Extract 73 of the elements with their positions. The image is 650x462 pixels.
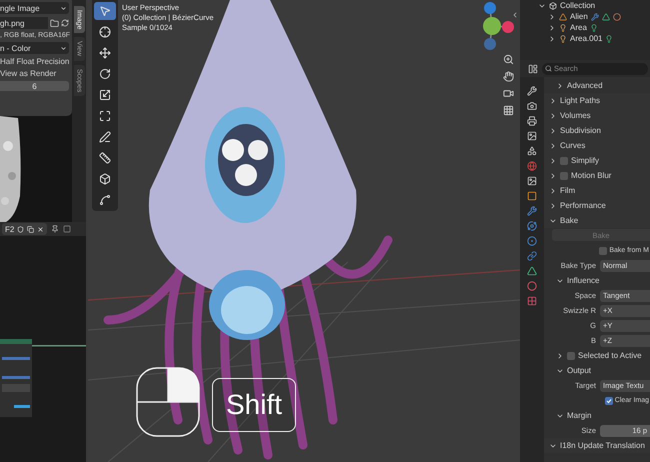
checkbox[interactable] [567,352,575,360]
scale-icon [99,89,111,101]
orbit-icon[interactable] [527,221,537,231]
file-path-field[interactable]: gh.png [0,17,48,29]
lightbulb-icon [559,34,567,42]
box-icon [549,2,557,10]
shapes-icon[interactable] [527,146,537,156]
pointer-icon [99,5,111,17]
chevron-down-icon [60,44,67,52]
printer-icon[interactable] [527,116,537,126]
outliner-item[interactable]: Alien [570,12,588,21]
curve-icon [99,194,111,206]
ruler-icon [99,152,111,164]
wrench-icon[interactable] [527,206,537,216]
close-icon [37,226,44,232]
rotate-icon [99,68,111,80]
editor-type-icon[interactable] [528,64,538,74]
chevron-down-icon [60,4,67,12]
outliner-item[interactable]: Area.001 [570,34,602,43]
lightbulb-icon [590,24,598,32]
triangle-icon[interactable] [527,266,537,276]
reload-icon[interactable] [61,19,69,27]
zoom-icon[interactable] [503,54,514,65]
checker-icon[interactable] [527,296,537,306]
wrench-icon [590,12,599,20]
panel-header[interactable]: Margin [544,408,650,423]
camera-icon[interactable] [527,101,537,111]
checkbox[interactable] [560,156,568,164]
image-dropdown[interactable]: ngle Image [0,2,69,14]
image-icon[interactable] [527,176,537,186]
folder-icon[interactable] [50,18,59,28]
number-field[interactable]: 6 [0,81,69,91]
lightbulb-icon [605,34,614,42]
panel-header[interactable]: Influence [544,273,650,288]
triangle-icon [602,12,610,20]
square-icon[interactable] [63,225,72,233]
pin-icon[interactable] [51,225,60,233]
hand-icon[interactable] [503,71,514,82]
square-icon[interactable] [527,191,537,201]
crosshair-icon [99,26,111,38]
panel-header[interactable]: Output [544,363,650,378]
option-label[interactable]: Half Float Precision [0,57,69,66]
lightbulb-icon [559,24,567,32]
circle-dot-icon[interactable] [527,236,537,246]
grid-icon[interactable] [503,105,514,116]
camera-icon[interactable] [503,88,514,99]
search-icon [545,64,552,72]
copy-icon [27,226,34,232]
transform-icon [99,110,111,122]
link-line [32,345,86,347]
cube-icon [99,173,111,185]
pen-icon [99,131,111,143]
outliner-item[interactable]: Collection [560,1,596,10]
triangle-icon [559,12,567,20]
link-icon[interactable] [527,251,537,261]
checkbox[interactable] [560,172,568,180]
axis-gizmo-drawing[interactable] [480,0,516,52]
mouse-icon [136,367,200,437]
shield-icon [17,226,24,232]
globe-icon[interactable] [527,161,537,171]
outliner-item[interactable]: Area [570,23,587,32]
color-space-dropdown[interactable]: n - Color [0,42,69,54]
move-icon [99,47,111,59]
key-overlay: Shift [212,378,296,432]
panel-header[interactable]: Advanced [544,78,650,93]
checkbox[interactable] [599,246,608,254]
slot-field[interactable]: F2 [2,223,48,235]
image-icon[interactable] [527,131,537,141]
chevron-left-icon[interactable] [511,11,519,19]
option-label[interactable]: View as Render [0,69,69,78]
tool-button[interactable] [94,2,116,20]
checkbox[interactable] [604,396,613,404]
panel-header[interactable]: Selected to Active [544,348,650,363]
